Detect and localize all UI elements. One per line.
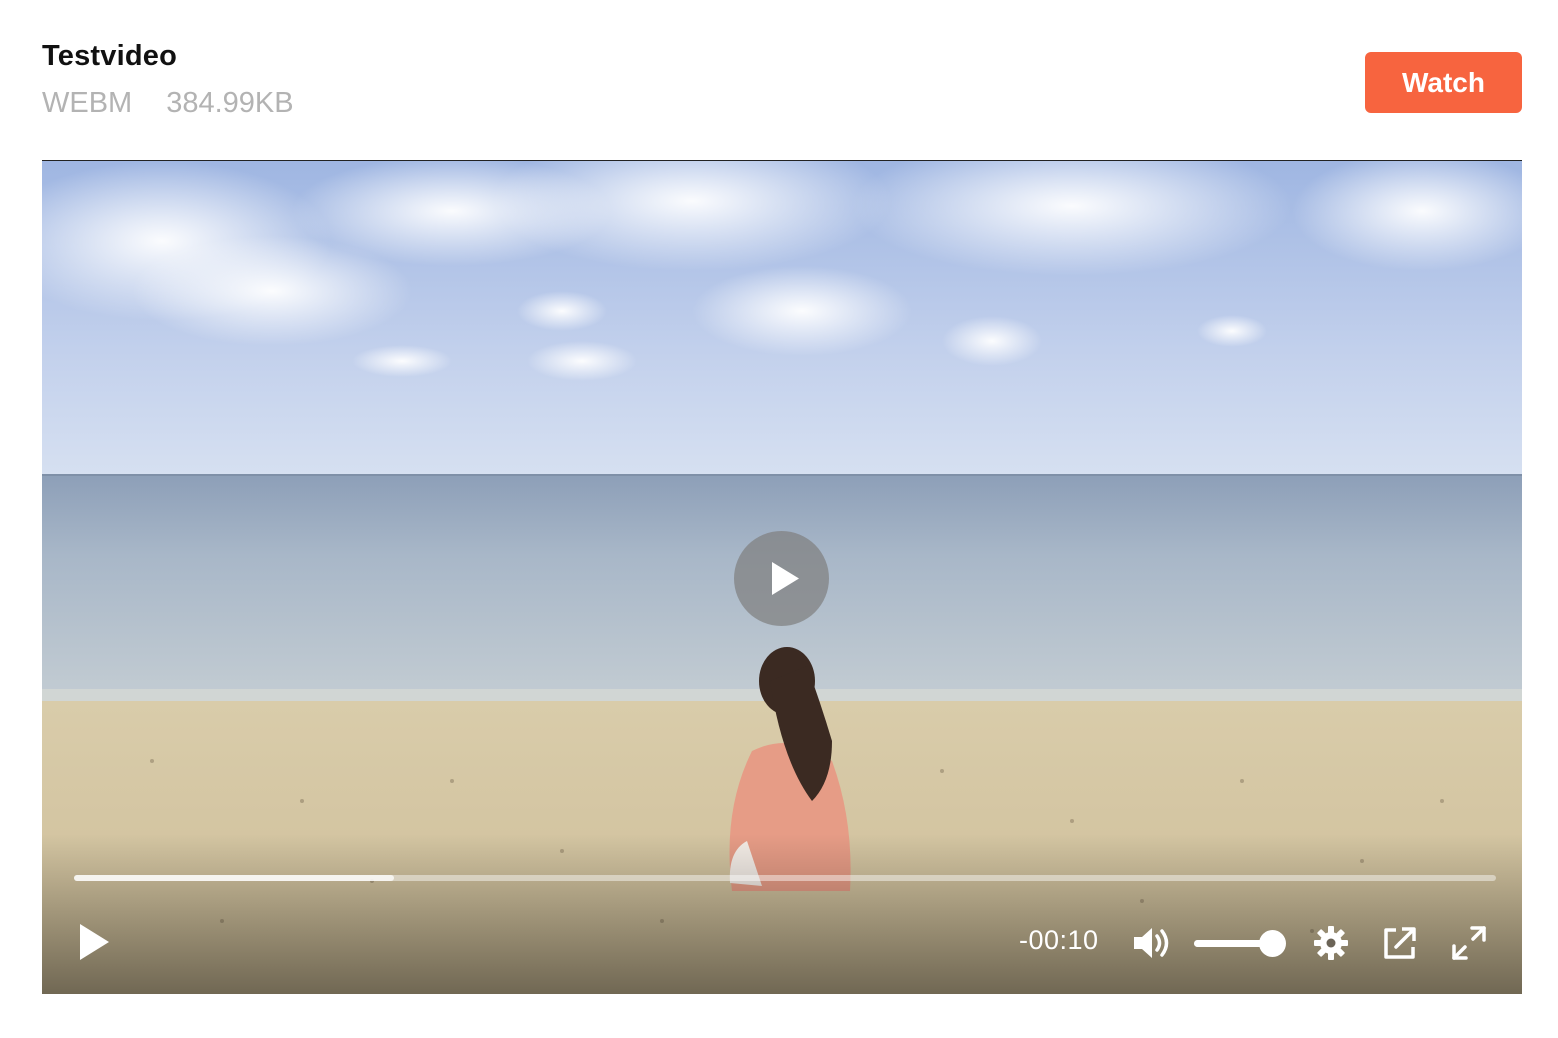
volume-icon [1134, 928, 1169, 958]
buffered-progress [74, 875, 394, 881]
play-icon [772, 562, 799, 595]
volume-handle[interactable] [1259, 930, 1286, 957]
play-icon [80, 924, 109, 960]
seek-bar[interactable] [74, 875, 1496, 881]
file-format: WEBM [42, 87, 133, 119]
external-link-icon [1384, 927, 1416, 959]
video-player[interactable]: -00:10 [42, 160, 1522, 994]
file-title: Testvideo [42, 40, 178, 72]
fullscreen-icon [1452, 926, 1486, 960]
mute-button[interactable] [1132, 925, 1174, 961]
popout-button[interactable] [1382, 925, 1418, 961]
settings-button[interactable] [1313, 925, 1349, 961]
volume-slider[interactable] [1194, 930, 1286, 957]
fullscreen-button[interactable] [1451, 925, 1487, 961]
file-header: Testvideo WEBM 384.99KB Watch [42, 40, 1522, 130]
gear-icon [1314, 926, 1348, 960]
time-remaining: -00:10 [1019, 925, 1099, 955]
big-play-button[interactable] [734, 531, 829, 626]
watch-button[interactable]: Watch [1365, 52, 1522, 113]
file-meta: WEBM 384.99KB [42, 87, 294, 120]
play-button[interactable] [74, 921, 114, 963]
file-size: 384.99KB [166, 87, 294, 119]
